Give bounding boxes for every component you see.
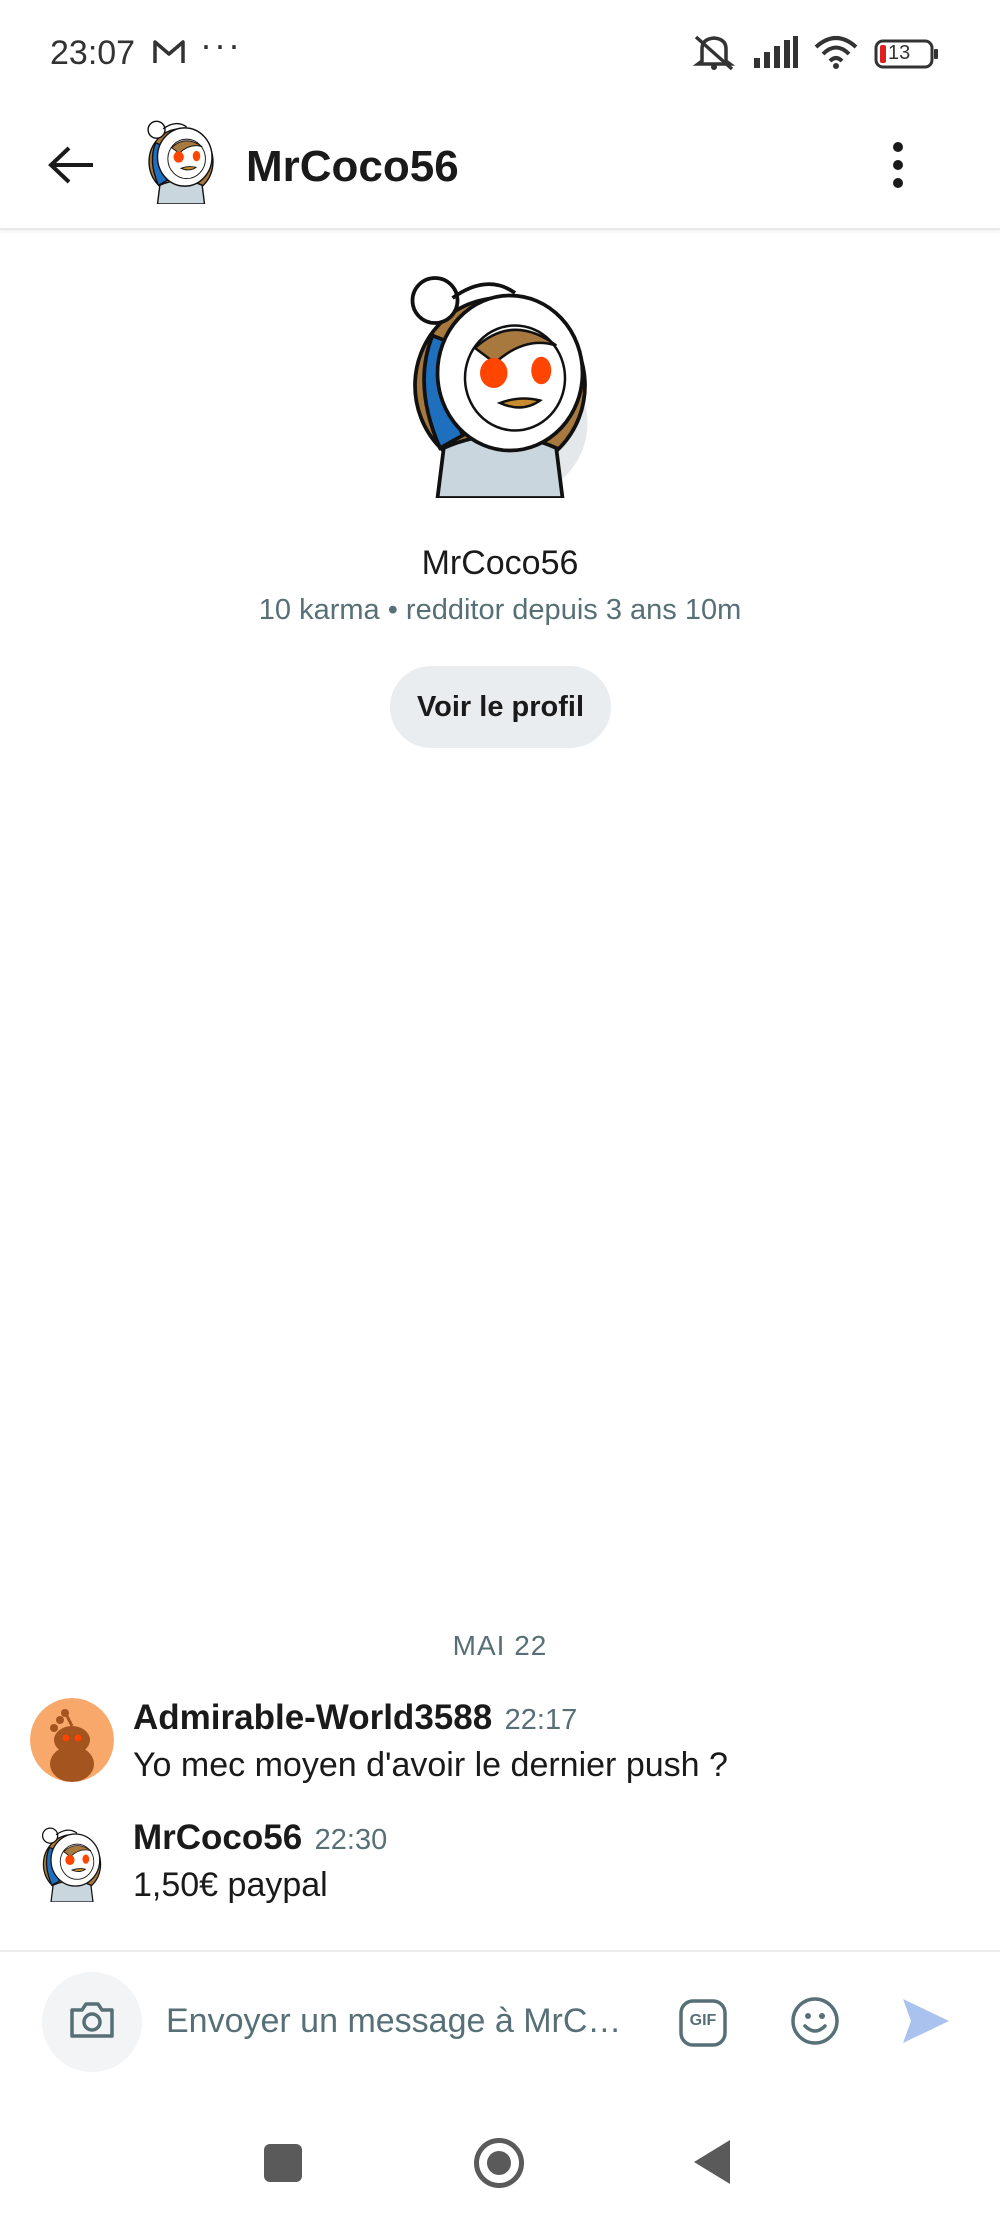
avatar[interactable] xyxy=(30,1818,114,1903)
emoji-icon xyxy=(790,1996,840,2051)
profile-meta: 10 karma • redditor depuis 3 ans 10m xyxy=(258,594,742,626)
message-composer: GIF xyxy=(0,1950,1000,2090)
avatar[interactable] xyxy=(30,1698,114,1782)
camera-button[interactable] xyxy=(42,1972,142,2072)
status-time: 23:07 xyxy=(50,34,136,72)
more-options-button[interactable] xyxy=(858,132,938,202)
view-profile-button[interactable]: Voir le profil xyxy=(390,666,611,748)
send-icon xyxy=(901,1997,951,2050)
gif-icon: GIF xyxy=(679,1999,727,2047)
back-button[interactable] xyxy=(36,132,106,202)
chat-header: MrCoco56 xyxy=(0,110,1000,230)
send-button[interactable] xyxy=(896,1994,956,2052)
message-item: Admirable-World3588 22:17 Yo mec moyen d… xyxy=(0,1698,1000,1808)
battery-level: 13 xyxy=(888,42,911,64)
profile-avatar xyxy=(370,248,630,500)
message-author[interactable]: Admirable-World3588 xyxy=(133,1698,492,1737)
mute-icon xyxy=(692,33,736,76)
avatar[interactable] xyxy=(134,110,228,205)
message-time: 22:30 xyxy=(314,1824,388,1856)
gif-button[interactable]: GIF xyxy=(676,1996,730,2050)
status-bar: 23:07 ··· 13 xyxy=(0,0,1000,110)
wifi-icon xyxy=(814,35,858,74)
system-back-button[interactable] xyxy=(694,2140,730,2184)
camera-icon xyxy=(68,2000,116,2045)
message-item: MrCoco56 22:30 1,50€ paypal xyxy=(0,1818,1000,1928)
date-separator: MAI 22 xyxy=(452,1630,548,1661)
back-arrow-icon xyxy=(47,145,95,190)
signal-icon xyxy=(752,35,798,73)
gif-label: GIF xyxy=(689,2012,717,2029)
more-vertical-icon xyxy=(892,141,904,193)
message-input[interactable] xyxy=(166,1988,626,2054)
message-author[interactable]: MrCoco56 xyxy=(133,1818,302,1857)
message-text: Yo mec moyen d'avoir le dernier push ? xyxy=(133,1746,728,1784)
battery-icon: 13 xyxy=(874,39,940,69)
status-overflow: ··· xyxy=(200,24,242,65)
home-button[interactable] xyxy=(474,2138,524,2188)
page-title[interactable]: MrCoco56 xyxy=(246,132,459,202)
status-icons: 13 xyxy=(692,35,940,74)
system-nav-bar xyxy=(0,2110,1000,2223)
profile-username: MrCoco56 xyxy=(421,544,579,582)
emoji-button[interactable] xyxy=(788,1996,842,2050)
message-time: 22:17 xyxy=(504,1704,578,1736)
message-text: 1,50€ paypal xyxy=(133,1866,328,1904)
recent-apps-button[interactable] xyxy=(264,2144,302,2182)
gmail-icon xyxy=(152,38,186,66)
